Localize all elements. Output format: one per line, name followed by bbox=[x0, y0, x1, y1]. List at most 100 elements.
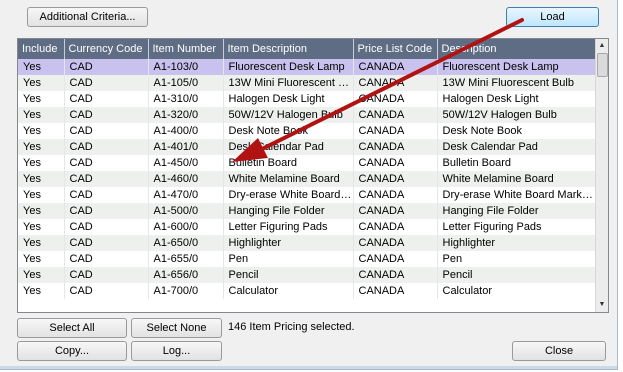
vertical-scrollbar[interactable]: ▲ ▼ bbox=[595, 39, 608, 312]
table-row[interactable]: Yes CAD A1-450/0 Bulletin Board CANADA Bullet… bbox=[18, 155, 596, 171]
table-cell: Yes bbox=[18, 283, 65, 299]
table-cell: A1-105/0 bbox=[148, 75, 224, 91]
scroll-down-arrow-icon[interactable]: ▼ bbox=[596, 299, 608, 311]
table-cell: Yes bbox=[18, 59, 65, 75]
table-cell: Yes bbox=[18, 155, 65, 171]
table-row[interactable]: Yes CAD A1-310/0 Halogen Desk Light CANADA Ha… bbox=[18, 91, 596, 107]
table-cell: CAD bbox=[64, 171, 149, 187]
table-row[interactable]: Yes CAD A1-600/0 Letter Figuring Pads CANADA… bbox=[18, 219, 596, 235]
table-cell: A1-103/0 bbox=[148, 59, 224, 75]
table-cell: CANADA bbox=[353, 75, 438, 91]
table-cell: CANADA bbox=[353, 59, 438, 75]
scroll-up-arrow-icon[interactable]: ▲ bbox=[596, 40, 608, 52]
table-cell: Pen bbox=[437, 251, 596, 267]
table-cell: A1-700/0 bbox=[148, 283, 224, 299]
column-header[interactable]: Currency Code bbox=[64, 39, 149, 59]
table-cell: A1-600/0 bbox=[148, 219, 224, 235]
table-cell: Yes bbox=[18, 203, 65, 219]
item-pricing-grid[interactable]: Include Currency Code Item Number Item Desc… bbox=[17, 38, 609, 313]
table-row[interactable]: Yes CAD A1-470/0 Dry-erase White Board M...… bbox=[18, 187, 596, 203]
table-cell: A1-650/0 bbox=[148, 235, 224, 251]
table-cell: A1-656/0 bbox=[148, 267, 224, 283]
table-cell: 13W Mini Fluorescent Bulb bbox=[223, 75, 354, 91]
table-cell: White Melamine Board bbox=[437, 171, 596, 187]
additional-criteria-button[interactable]: Additional Criteria... bbox=[27, 7, 148, 27]
table-cell: Yes bbox=[18, 107, 65, 123]
table-cell: CANADA bbox=[353, 171, 438, 187]
select-none-button[interactable]: Select None bbox=[131, 318, 222, 338]
scroll-thumb[interactable] bbox=[597, 53, 608, 77]
select-all-button[interactable]: Select All bbox=[17, 318, 127, 338]
table-cell: Calculator bbox=[437, 283, 596, 299]
table-row[interactable]: Yes CAD A1-400/0 Desk Note Book CANADA Desk N… bbox=[18, 123, 596, 139]
table-cell: CAD bbox=[64, 59, 149, 75]
table-cell: 13W Mini Fluorescent Bulb bbox=[437, 75, 596, 91]
table-cell: Yes bbox=[18, 251, 65, 267]
table-cell: CAD bbox=[64, 107, 149, 123]
table-row[interactable]: Yes CAD A1-500/0 Hanging File Folder CANADA H… bbox=[18, 203, 596, 219]
table-cell: Desk Calendar Pad bbox=[223, 139, 354, 155]
table-cell: Yes bbox=[18, 267, 65, 283]
close-button[interactable]: Close bbox=[512, 341, 606, 361]
table-cell: A1-310/0 bbox=[148, 91, 224, 107]
table-cell: CANADA bbox=[353, 251, 438, 267]
table-cell: Fluorescent Desk Lamp bbox=[437, 59, 596, 75]
table-cell: Yes bbox=[18, 187, 65, 203]
table-row[interactable]: Yes CAD A1-700/0 Calculator CANADA Calculator bbox=[18, 283, 596, 299]
table-cell: CAD bbox=[64, 219, 149, 235]
table-cell: A1-500/0 bbox=[148, 203, 224, 219]
table-cell: Calculator bbox=[223, 283, 354, 299]
selection-status-text: 146 Item Pricing selected. bbox=[228, 321, 355, 333]
table-cell: CANADA bbox=[353, 283, 438, 299]
table-cell: Yes bbox=[18, 219, 65, 235]
table-cell: CAD bbox=[64, 139, 149, 155]
table-row[interactable]: Yes CAD A1-656/0 Pencil CANADA Pencil bbox=[18, 267, 596, 283]
table-cell: CAD bbox=[64, 267, 149, 283]
table-row[interactable]: Yes CAD A1-401/0 Desk Calendar Pad CANADA Des… bbox=[18, 139, 596, 155]
table-cell: Hanging File Folder bbox=[437, 203, 596, 219]
item-pricing-window: Additional Criteria... Load Include Curre… bbox=[0, 0, 618, 370]
column-header[interactable]: Price List Code bbox=[353, 39, 438, 59]
table-cell: Yes bbox=[18, 75, 65, 91]
column-header[interactable]: Include bbox=[18, 39, 65, 59]
table-row[interactable]: Yes CAD A1-650/0 Highlighter CANADA Highlight… bbox=[18, 235, 596, 251]
log-button[interactable]: Log... bbox=[131, 341, 222, 361]
table-cell: CAD bbox=[64, 283, 149, 299]
table-row[interactable]: Yes CAD A1-103/0 Fluorescent Desk Lamp CANAD… bbox=[18, 59, 596, 75]
table-cell: CANADA bbox=[353, 91, 438, 107]
column-header[interactable]: Item Number bbox=[148, 39, 224, 59]
table-cell: Desk Calendar Pad bbox=[437, 139, 596, 155]
table-cell: Pencil bbox=[223, 267, 354, 283]
table-cell: A1-655/0 bbox=[148, 251, 224, 267]
table-cell: Yes bbox=[18, 123, 65, 139]
table-row[interactable]: Yes CAD A1-105/0 13W Mini Fluorescent Bulb C… bbox=[18, 75, 596, 91]
copy-button[interactable]: Copy... bbox=[17, 341, 127, 361]
table-row[interactable]: Yes CAD A1-320/0 50W/12V Halogen Bulb CANADA… bbox=[18, 107, 596, 123]
table-cell: CAD bbox=[64, 123, 149, 139]
item-pricing-table: Include Currency Code Item Number Item Desc… bbox=[18, 39, 596, 299]
table-cell: Bulletin Board bbox=[437, 155, 596, 171]
table-cell: A1-450/0 bbox=[148, 155, 224, 171]
table-cell: Yes bbox=[18, 235, 65, 251]
column-header[interactable]: Description bbox=[437, 39, 596, 59]
table-row[interactable]: Yes CAD A1-655/0 Pen CANADA Pen bbox=[18, 251, 596, 267]
table-cell: A1-400/0 bbox=[148, 123, 224, 139]
load-button[interactable]: Load bbox=[506, 7, 599, 27]
table-cell: Fluorescent Desk Lamp bbox=[223, 59, 354, 75]
table-cell: Desk Note Book bbox=[437, 123, 596, 139]
table-cell: Halogen Desk Light bbox=[437, 91, 596, 107]
table-cell: CANADA bbox=[353, 235, 438, 251]
column-header[interactable]: Item Description bbox=[223, 39, 354, 59]
table-cell: CAD bbox=[64, 75, 149, 91]
table-cell: Bulletin Board bbox=[223, 155, 354, 171]
table-cell: Desk Note Book bbox=[223, 123, 354, 139]
table-cell: A1-460/0 bbox=[148, 171, 224, 187]
table-cell: Pen bbox=[223, 251, 354, 267]
table-cell: Hanging File Folder bbox=[223, 203, 354, 219]
table-cell: CANADA bbox=[353, 155, 438, 171]
table-cell: CANADA bbox=[353, 139, 438, 155]
table-row[interactable]: Yes CAD A1-460/0 White Melamine Board CANADA… bbox=[18, 171, 596, 187]
table-cell: CAD bbox=[64, 91, 149, 107]
table-cell: CAD bbox=[64, 251, 149, 267]
table-body: Yes CAD A1-103/0 Fluorescent Desk Lamp CANAD… bbox=[18, 59, 596, 299]
